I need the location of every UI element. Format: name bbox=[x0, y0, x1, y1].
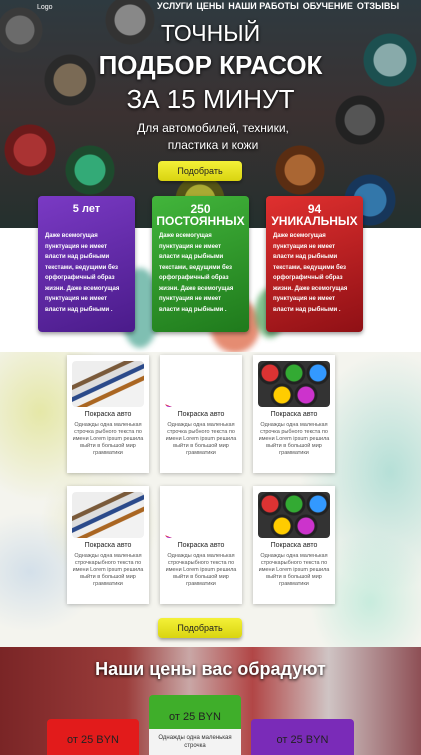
hero-title-line-1: ТОЧНЫЙ bbox=[160, 20, 261, 46]
price-card-body: Однажды одна маленькая строчка bbox=[149, 729, 241, 755]
pick-paint-button[interactable]: Подобрать bbox=[158, 161, 242, 181]
service-description: Однажды одна маленькая строчкарыбного те… bbox=[165, 553, 237, 587]
service-title: Покраска авто bbox=[270, 411, 318, 418]
price-value: от 25 BYN bbox=[67, 734, 119, 746]
service-description: Однажды одна маленькая строчка рыбного т… bbox=[72, 422, 144, 456]
service-card[interactable]: Покраска авто Однажды одна маленькая стр… bbox=[67, 486, 149, 604]
price-value: от 25 BYN bbox=[276, 734, 329, 746]
service-card[interactable]: Покраска авто Однажды одна маленькая стр… bbox=[160, 355, 242, 473]
color-fan-icon bbox=[165, 361, 237, 407]
price-card-3[interactable]: от 25 BYN bbox=[251, 719, 354, 755]
nav-item-training[interactable]: ОБУЧЕНИЕ bbox=[303, 1, 353, 11]
service-description: Однажды одна маленькая строчкарыбного те… bbox=[258, 553, 330, 587]
feature-title: 250 ПОСТОЯННЫХ bbox=[156, 202, 245, 228]
prices-title: Наши цены вас обрадуют bbox=[95, 659, 326, 679]
feature-title: 94 УНИКАЛЬНЫХ bbox=[271, 202, 358, 228]
spray-cans-icon bbox=[258, 492, 330, 538]
brushes-icon bbox=[72, 492, 144, 538]
service-card[interactable]: Покраска авто Однажды одна маленькая стр… bbox=[160, 486, 242, 604]
price-card-1[interactable]: от 25 BYN bbox=[47, 719, 139, 755]
feature-text: Даже всемогущая пунктуация не имеет влас… bbox=[45, 233, 120, 313]
feature-card-regulars: 250 ПОСТОЯННЫХ Даже всемогущая пунктуаци… bbox=[152, 196, 249, 332]
price-value: от 25 BYN bbox=[169, 711, 221, 723]
hero-section: Logo УСЛУГИ ЦЕНЫ НАШИ РАБОТЫ ОБУЧЕНИЕ ОТ… bbox=[0, 0, 421, 228]
nav-item-works[interactable]: НАШИ РАБОТЫ bbox=[228, 1, 299, 11]
service-description: Однажды одна маленькая строчка рыбного т… bbox=[165, 422, 237, 456]
color-fan-icon bbox=[165, 492, 237, 538]
feature-card-years: 5 лет Даже всемогущая пунктуация не имее… bbox=[38, 196, 135, 332]
brushes-icon bbox=[72, 361, 144, 407]
price-description: Однажды одна маленькая строчка bbox=[158, 735, 232, 749]
service-title: Покраска авто bbox=[84, 411, 132, 418]
feature-text: Даже всемогущая пунктуация не имеет влас… bbox=[273, 233, 348, 313]
hero-subtitle: Для автомобилей, техники, пластика и кож… bbox=[137, 121, 289, 152]
spray-cans-icon bbox=[258, 361, 330, 407]
feature-text: Даже всемогущая пунктуация не имеет влас… bbox=[159, 233, 234, 313]
service-title: Покраска авто bbox=[270, 542, 318, 549]
service-title: Покраска авто bbox=[84, 542, 132, 549]
service-description: Однажды одна маленькая строчкарыбного те… bbox=[72, 553, 144, 587]
service-title: Покраска авто bbox=[177, 411, 225, 418]
main-nav: УСЛУГИ ЦЕНЫ НАШИ РАБОТЫ ОБУЧЕНИЕ ОТЗЫВЫ bbox=[157, 1, 399, 11]
pick-paint-button-secondary[interactable]: Подобрать bbox=[158, 618, 242, 638]
service-title: Покраска авто bbox=[177, 542, 225, 549]
nav-item-reviews[interactable]: ОТЗЫВЫ bbox=[357, 1, 399, 11]
price-card-2[interactable]: от 25 BYN Однажды одна маленькая строчка bbox=[149, 695, 241, 755]
hero-title-line-2: ПОДБОР КРАСОК bbox=[98, 50, 323, 80]
nav-item-prices[interactable]: ЦЕНЫ bbox=[196, 1, 224, 11]
service-description: Однажды одна маленькая строчка рыбного т… bbox=[258, 422, 330, 456]
prices-section: Наши цены вас обрадуют от 25 BYN от 25 B… bbox=[0, 647, 421, 755]
feature-card-unique: 94 УНИКАЛЬНЫХ Даже всемогущая пунктуация… bbox=[266, 196, 363, 332]
nav-item-services[interactable]: УСЛУГИ bbox=[157, 1, 192, 11]
hero-title-line-3: ЗА 15 МИНУТ bbox=[126, 84, 295, 114]
logo[interactable]: Logo bbox=[37, 4, 53, 11]
service-card[interactable]: Покраска авто Однажды одна маленькая стр… bbox=[253, 486, 335, 604]
service-card[interactable]: Покраска авто Однажды одна маленькая стр… bbox=[67, 355, 149, 473]
feature-title: 5 лет bbox=[72, 203, 101, 215]
service-card[interactable]: Покраска авто Однажды одна маленькая стр… bbox=[253, 355, 335, 473]
